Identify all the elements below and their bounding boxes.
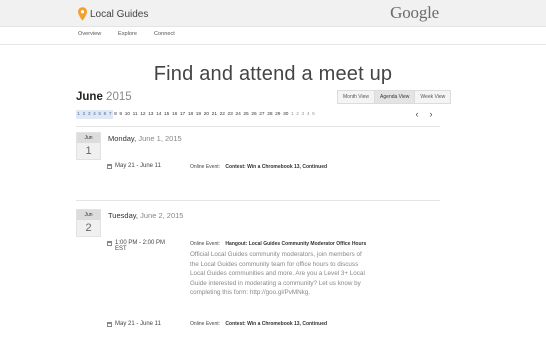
month-name: June: [76, 91, 103, 103]
day-link[interactable]: 26: [250, 110, 258, 119]
day-link[interactable]: 16: [171, 110, 179, 119]
event-type: Online Event:: [190, 241, 221, 247]
day-heading: Tuesday, June 2, 2015: [108, 211, 183, 220]
nav-connect[interactable]: Connect: [154, 31, 175, 37]
event-time: May 21 - June 11: [107, 163, 161, 169]
event-description: Official Local Guides community moderato…: [190, 250, 405, 298]
agenda-view-button[interactable]: Agenda View: [374, 90, 416, 104]
description-line: the Local Guides community team for offi…: [190, 260, 359, 268]
month-view-button[interactable]: Month View: [337, 90, 376, 104]
map-pin-icon: [78, 7, 87, 21]
date-badge: Jun 2: [76, 209, 101, 237]
event-time-text: May 21 - June 11: [115, 321, 161, 327]
event-time: 1:00 PM - 2:00 PM EST: [107, 240, 165, 252]
day-link[interactable]: 29: [274, 110, 282, 119]
day-link[interactable]: 17: [179, 110, 187, 119]
day-link[interactable]: 13: [147, 110, 155, 119]
weekday: Monday,: [108, 134, 137, 143]
day-link[interactable]: 27: [258, 110, 266, 119]
day-link[interactable]: 20: [202, 110, 210, 119]
event-time-text: 1:00 PM - 2:00 PM EST: [115, 240, 165, 252]
brand-name: Local Guides: [90, 8, 149, 20]
next-month-button[interactable]: ›: [424, 109, 438, 120]
event-title-link[interactable]: Hangout: Local Guides Community Moderato…: [225, 241, 366, 247]
event-row: Online Event: Hangout: Local Guides Comm…: [190, 241, 366, 247]
nav-overview[interactable]: Overview: [78, 31, 101, 37]
full-date: June 2, 2015: [140, 211, 184, 220]
day-link[interactable]: 18: [187, 110, 195, 119]
nav-explore[interactable]: Explore: [118, 31, 137, 37]
view-switcher: Month View Agenda View Week View: [337, 90, 452, 104]
event-row: Online Event: Contest: Win a Chromebook …: [190, 164, 327, 170]
weekday: Tuesday,: [108, 211, 139, 220]
week-view-button[interactable]: Week View: [414, 90, 452, 104]
day-link[interactable]: 11: [131, 110, 139, 119]
day-link[interactable]: 23: [226, 110, 234, 119]
divider: [76, 200, 440, 201]
main-nav: Overview Explore Connect: [0, 27, 546, 45]
day-heading: Monday, June 1, 2015: [108, 134, 182, 143]
event-type: Online Event:: [190, 321, 221, 327]
date-badge-month: Jun: [77, 133, 100, 143]
event-title-link[interactable]: Contest: Win a Chromebook 13, Continued: [225, 164, 327, 170]
day-link[interactable]: 22: [218, 110, 226, 119]
day-link[interactable]: 21: [210, 110, 218, 119]
calendar-icon: [107, 322, 112, 327]
clock-icon: [107, 241, 112, 246]
google-logo[interactable]: Google: [390, 3, 439, 23]
day-link[interactable]: 19: [194, 110, 202, 119]
event-time-text: May 21 - June 11: [115, 163, 161, 169]
day-link[interactable]: 14: [155, 110, 163, 119]
prev-month-button[interactable]: ‹: [410, 109, 424, 120]
month-navigation: ‹ ›: [410, 109, 438, 120]
page-title: Find and attend a meet up: [153, 63, 393, 86]
day-link[interactable]: 28: [266, 110, 274, 119]
brand-logo[interactable]: Local Guides: [78, 5, 148, 23]
top-bar: Local Guides Google: [0, 0, 546, 27]
day-link[interactable]: 30: [282, 110, 290, 119]
day-link[interactable]: 15: [163, 110, 171, 119]
calendar-month-label: June 2015: [76, 91, 132, 103]
full-date: June 1, 2015: [138, 134, 182, 143]
description-line: Guide interested in moderating a communi…: [190, 279, 361, 287]
day-strip: 1 2 3 4 5 6 7 8 9 10 11 12 13 14 15 16 17 18 19 20 21 22 23 24 2…: [76, 110, 316, 119]
event-type: Online Event:: [190, 164, 221, 170]
day-link[interactable]: 25: [242, 110, 250, 119]
event-time: May 21 - June 11: [107, 321, 161, 327]
event-title-link[interactable]: Contest: Win a Chromebook 13, Continued: [225, 321, 327, 327]
year: 2015: [106, 91, 132, 103]
calendar-icon: [107, 164, 112, 169]
event-row: Online Event: Contest: Win a Chromebook …: [190, 321, 327, 327]
day-link[interactable]: 10: [123, 110, 131, 119]
day-link[interactable]: 5: [311, 110, 316, 119]
date-badge-day: 1: [85, 145, 92, 157]
description-line: Local Guides communities and more. Are y…: [190, 270, 365, 278]
day-link[interactable]: 24: [234, 110, 242, 119]
event-timezone: EST: [115, 246, 127, 252]
description-line: Official Local Guides community moderato…: [190, 251, 362, 258]
date-badge: Jun 1: [76, 132, 101, 160]
divider: [76, 126, 440, 127]
day-link[interactable]: 12: [139, 110, 147, 119]
date-badge-day: 2: [85, 222, 92, 234]
date-badge-month: Jun: [77, 210, 100, 220]
description-line: completing this form: http://goo.gl/PvMN…: [190, 289, 311, 297]
